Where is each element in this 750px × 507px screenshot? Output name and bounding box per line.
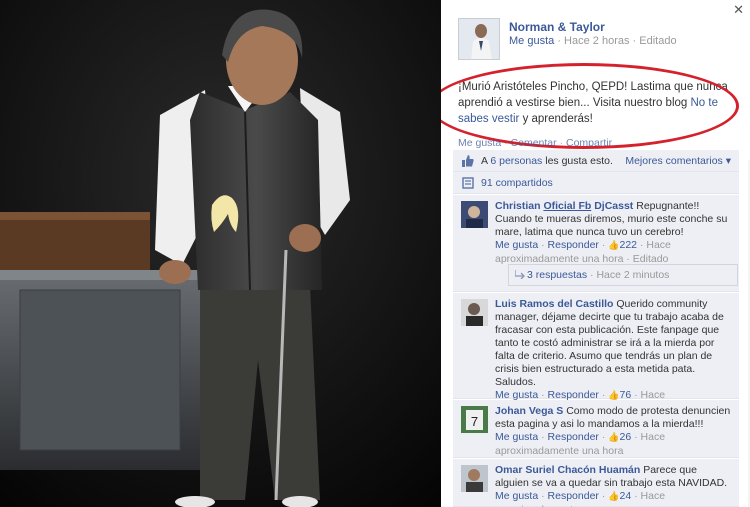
- replies-toggle[interactable]: 3 respuestas · Hace 2 minutos: [508, 264, 738, 286]
- svg-text:7: 7: [471, 414, 478, 429]
- share-icon: [462, 177, 474, 189]
- commenter-name[interactable]: Luis Ramos del Castillo: [495, 298, 613, 310]
- post-text-main: ¡Murió Aristóteles Pincho, QEPD! Lastima…: [458, 81, 728, 109]
- replies-time: Hace 2 minutos: [596, 269, 670, 281]
- comment-item: Christian Oficial Fb DjCasst Repugnante!…: [453, 195, 739, 292]
- thumbs-up-icon[interactable]: 👍: [608, 241, 619, 251]
- comment-like-link[interactable]: Me gusta: [495, 239, 538, 251]
- post-edited[interactable]: Editado: [639, 35, 676, 47]
- post-header: Norman & Taylor Me gusta · Hace 2 horas …: [458, 18, 738, 62]
- comment-item: Luis Ramos del Castillo Querido communit…: [453, 293, 739, 415]
- comment-like-link[interactable]: Me gusta: [495, 490, 538, 502]
- avatar-illustration: [461, 201, 488, 228]
- shares-count-link[interactable]: 91 compartidos: [481, 177, 553, 189]
- page-avatar[interactable]: [458, 18, 500, 60]
- post-meta: Me gusta · Hace 2 horas · Editado: [509, 35, 677, 47]
- post-panel: ✕ Norman & Taylor Me gusta · Hace 2 hora…: [441, 0, 750, 507]
- post-text: ¡Murió Aristóteles Pincho, QEPD! Lastima…: [458, 79, 730, 127]
- avatar-illustration: [461, 465, 488, 492]
- comment-like-count[interactable]: 26: [619, 431, 631, 443]
- comment-like-count[interactable]: 24: [619, 490, 631, 502]
- commenter-name[interactable]: Johan Vega S: [495, 405, 563, 417]
- commenter-name[interactable]: Omar Suriel Chacón Huamán: [495, 464, 640, 476]
- comment-text: Querido community manager, déjame decirt…: [495, 298, 724, 388]
- comment-meta: Me gusta · Responder · 👍24 · Hace aproxi…: [495, 490, 733, 507]
- comment-reply-link[interactable]: Responder: [548, 490, 599, 502]
- comment-item: Omar Suriel Chacón Huamán Parece que alg…: [453, 459, 739, 507]
- comment-like-link[interactable]: Me gusta: [495, 431, 538, 443]
- avatar-illustration: [461, 299, 488, 326]
- comment-body: Omar Suriel Chacón Huamán Parece que alg…: [495, 464, 733, 507]
- post-photo[interactable]: [0, 0, 441, 507]
- close-icon[interactable]: ✕: [733, 3, 744, 18]
- thumbs-up-icon[interactable]: 👍: [608, 433, 619, 443]
- post-time[interactable]: Hace 2 horas: [564, 35, 629, 47]
- comment-meta: Me gusta · Responder · 👍26 · Hace aproxi…: [495, 431, 666, 457]
- post-actions: Me gusta · Comentar · Compartir: [458, 137, 613, 149]
- post-stats: A 6 personas les gusta esto. Mejores com…: [453, 150, 739, 194]
- photo-illustration: [0, 0, 441, 507]
- commenter-avatar[interactable]: [461, 465, 488, 492]
- comment-reply-link[interactable]: Responder: [548, 431, 599, 443]
- comment-item: 7 Johan Vega S Como modo de protesta den…: [453, 400, 739, 458]
- comment-like-count[interactable]: 222: [619, 239, 637, 251]
- thumbs-up-icon[interactable]: 👍: [608, 492, 619, 502]
- shares-row: 91 compartidos: [453, 172, 739, 194]
- commenter-avatar[interactable]: [461, 299, 488, 326]
- likes-prefix: A: [481, 155, 488, 167]
- commenter-name[interactable]: Christian Oficial Fb DjCasst: [495, 200, 633, 212]
- commenter-avatar[interactable]: 7: [461, 406, 488, 433]
- reply-arrow-icon: [515, 270, 525, 279]
- page-name-link[interactable]: Norman & Taylor: [509, 20, 605, 34]
- comment-body: Luis Ramos del Castillo Querido communit…: [495, 298, 733, 416]
- likes-suffix: les gusta esto.: [545, 155, 613, 167]
- page-like-link[interactable]: Me gusta: [509, 35, 554, 47]
- likes-count-link[interactable]: 6 personas: [490, 155, 542, 167]
- best-comments-dropdown[interactable]: Mejores comentarios ▾: [625, 150, 731, 172]
- comment-body: Christian Oficial Fb DjCasst Repugnante!…: [495, 200, 733, 266]
- post-share-action[interactable]: Compartir: [566, 137, 612, 149]
- avatar-illustration: 7: [461, 406, 488, 433]
- commenter-avatar[interactable]: [461, 201, 488, 228]
- post-text-end: y aprenderás!: [522, 113, 593, 125]
- thumbs-up-icon: [462, 155, 474, 167]
- comment-body: Johan Vega S Como modo de protesta denun…: [495, 405, 733, 458]
- post-comment-action[interactable]: Comentar: [511, 137, 557, 149]
- comment-reply-link[interactable]: Responder: [548, 239, 599, 251]
- replies-count[interactable]: 3 respuestas: [527, 269, 587, 281]
- post-like-action[interactable]: Me gusta: [458, 137, 501, 149]
- avatar-illustration: [459, 19, 499, 59]
- likes-row: A 6 personas les gusta esto. Mejores com…: [453, 150, 739, 172]
- comment-meta: Me gusta · Responder · 👍222 · Hace aprox…: [495, 239, 671, 265]
